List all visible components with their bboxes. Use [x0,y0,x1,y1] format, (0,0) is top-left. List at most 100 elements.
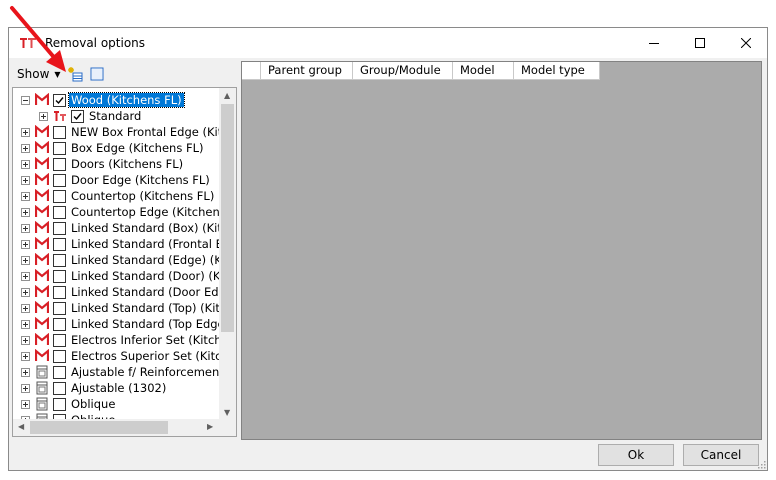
item-checkbox[interactable] [53,158,66,171]
item-checkbox[interactable] [53,206,66,219]
cancel-button[interactable]: Cancel [683,444,759,466]
tree-item[interactable]: Linked Standard (Edge) (Kitch [13,252,236,268]
minimize-button[interactable] [631,28,677,58]
expand-icon[interactable] [21,176,30,185]
collapse-icon[interactable] [21,96,30,105]
item-checkbox[interactable] [53,238,66,251]
grid-column-header[interactable]: Model [453,62,514,80]
tree-item-label[interactable]: NEW Box Frontal Edge (Kitche [69,125,236,139]
tree-item[interactable]: Linked Standard (Top Edge) (I [13,316,236,332]
expand-icon[interactable] [21,256,30,265]
expand-icon[interactable] [21,208,30,217]
results-grid[interactable]: Parent group Group/Module Model Model type [241,61,762,440]
tree-item-label[interactable]: Linked Standard (Door Edge) ( [69,285,236,299]
expand-icon[interactable] [21,384,30,393]
tree-item[interactable]: Linked Standard (Top) (Kitche [13,300,236,316]
expand-icon[interactable] [21,320,30,329]
expand-icon[interactable] [21,192,30,201]
maximize-button[interactable] [677,28,723,58]
tree-item[interactable]: Box Edge (Kitchens FL) [13,140,223,156]
horizontal-scroll-thumb[interactable] [30,421,168,434]
tree-item-label[interactable]: Wood (Kitchens FL) [68,92,185,108]
tree-item-label[interactable]: Electros Inferior Set (Kitchens [69,333,236,347]
item-checkbox[interactable] [53,382,66,395]
tree-item[interactable]: Linked Standard (Frontal Edge [13,236,236,252]
tree-item-label[interactable]: Linked Standard (Box) (Kitche [69,221,236,235]
item-checkbox[interactable] [53,126,66,139]
tree-item-label[interactable]: Electros Superior Set (Kitcher [69,349,236,363]
item-checkbox[interactable] [53,318,66,331]
tree-item[interactable]: Electros Inferior Set (Kitchens [13,332,236,348]
tree-item[interactable]: Standard [13,108,223,124]
tree-item-label[interactable]: Linked Standard (Edge) (Kitch [69,253,236,267]
tree-item[interactable]: Door Edge (Kitchens FL) [13,172,223,188]
tree-item-label[interactable]: Door Edge (Kitchens FL) [69,173,212,187]
vertical-scroll-thumb[interactable] [221,104,234,332]
tree-item-label[interactable]: Ajustable (1302) [69,381,168,395]
expand-icon[interactable] [21,352,30,361]
ok-button[interactable]: Ok [598,444,674,466]
tree-item[interactable]: Linked Standard (Box) (Kitche [13,220,236,236]
grid-column-header[interactable]: Model type [514,62,600,80]
view-icon[interactable] [89,66,105,82]
tree-item[interactable]: Doors (Kitchens FL) [13,156,223,172]
tree-item-label[interactable]: Doors (Kitchens FL) [69,157,185,171]
tree-item[interactable]: Ajustable f/ Reinforcement (13 [13,364,236,380]
tree-horizontal-scrollbar[interactable]: ◀ ▶ [13,419,221,436]
expand-icon[interactable] [21,160,30,169]
tree-item[interactable]: Linked Standard (Door) (Kitch [13,268,236,284]
module-tree[interactable]: Wood (Kitchens FL) Standard NEW Box Fronta… [12,87,237,437]
tree-item[interactable]: Countertop Edge (Kitchens FL [13,204,236,220]
item-checkbox[interactable] [53,222,66,235]
tree-vertical-scrollbar[interactable]: ▲ ▼ [219,88,236,421]
scroll-down-icon[interactable]: ▼ [224,408,230,417]
expand-icon[interactable] [21,304,30,313]
item-checkbox[interactable] [53,190,66,203]
tree-item[interactable]: Electros Superior Set (Kitcher [13,348,236,364]
item-checkbox[interactable] [71,110,84,123]
item-checkbox[interactable] [53,334,66,347]
tree-item-label[interactable]: Standard [87,109,143,123]
item-checkbox[interactable] [53,302,66,315]
grid-column-header[interactable]: Parent group [261,62,353,80]
tree-item[interactable]: Oblique [13,396,223,412]
scroll-right-icon[interactable]: ▶ [207,422,213,431]
item-checkbox[interactable] [53,270,66,283]
tree-item[interactable]: Linked Standard (Door Edge) ( [13,284,236,300]
close-button[interactable] [723,28,769,58]
tree-item[interactable]: Ajustable (1302) [13,380,223,396]
tree-item-label[interactable]: Ajustable f/ Reinforcement (13 [69,365,236,379]
resize-grip-icon[interactable] [756,459,766,469]
item-checkbox[interactable] [53,398,66,411]
tree-item-label[interactable]: Box Edge (Kitchens FL) [69,141,206,155]
scroll-up-icon[interactable]: ▲ [224,91,230,100]
scroll-left-icon[interactable]: ◀ [18,422,24,431]
tree-item-label[interactable]: Linked Standard (Top) (Kitche [69,301,236,315]
grid-column-header[interactable]: Group/Module [353,62,453,80]
expand-icon[interactable] [21,224,30,233]
item-checkbox[interactable] [53,94,66,107]
tree-item-label[interactable]: Linked Standard (Frontal Edge [69,237,236,251]
item-checkbox[interactable] [53,254,66,267]
tree-item-label[interactable]: Oblique [69,397,117,411]
tree-item-label[interactable]: Linked Standard (Door) (Kitch [69,269,236,283]
tree-item-label[interactable]: Countertop (Kitchens FL) [69,189,216,203]
expand-icon[interactable] [39,112,48,121]
tree-item[interactable]: NEW Box Frontal Edge (Kitche [13,124,236,140]
expand-icon[interactable] [21,400,30,409]
expand-icon[interactable] [21,368,30,377]
grid-row-header[interactable] [242,62,261,80]
item-checkbox[interactable] [53,142,66,155]
item-checkbox[interactable] [53,350,66,363]
expand-icon[interactable] [21,128,30,137]
item-checkbox[interactable] [53,286,66,299]
tree-item-label[interactable]: Linked Standard (Top Edge) (I [69,317,236,331]
item-checkbox[interactable] [53,174,66,187]
tree-item[interactable]: Countertop (Kitchens FL) [13,188,223,204]
expand-icon[interactable] [21,288,30,297]
expand-icon[interactable] [21,336,30,345]
expand-icon[interactable] [21,240,30,249]
expand-icon[interactable] [21,272,30,281]
item-checkbox[interactable] [53,366,66,379]
tree-item[interactable]: Wood (Kitchens FL) [13,92,223,108]
